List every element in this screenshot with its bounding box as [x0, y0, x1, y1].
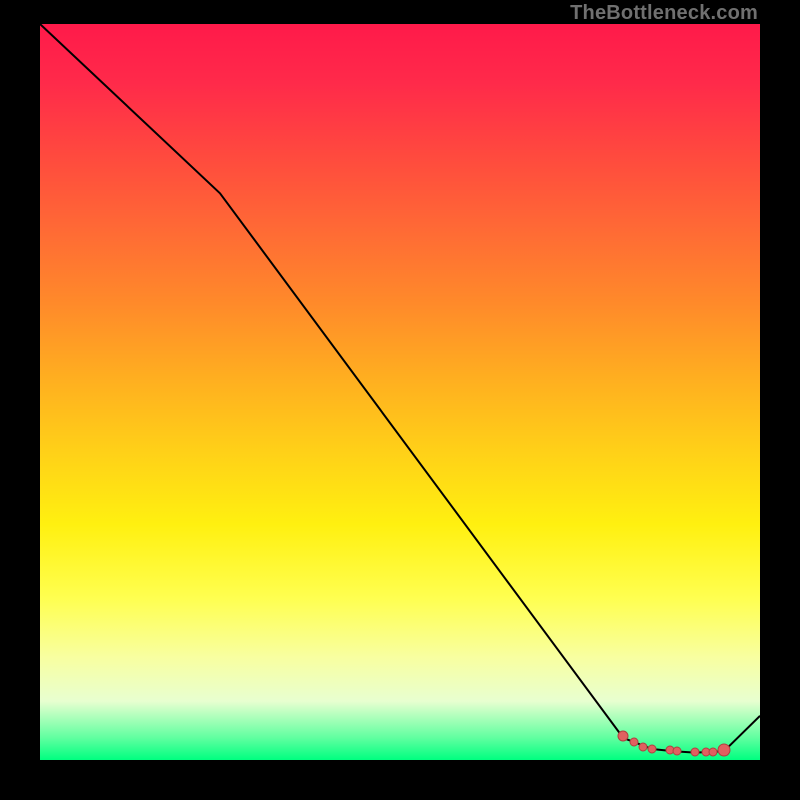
data-point	[718, 744, 731, 757]
data-point	[691, 747, 700, 756]
plot-area	[40, 24, 760, 760]
watermark-text: TheBottleneck.com	[570, 2, 758, 25]
data-point	[648, 744, 657, 753]
bottleneck-line	[40, 24, 760, 760]
data-point	[618, 731, 629, 742]
data-point	[673, 747, 682, 756]
data-point	[630, 738, 639, 747]
chart-canvas: TheBottleneck.com	[0, 0, 800, 800]
data-point	[709, 747, 718, 756]
data-point	[639, 742, 648, 751]
